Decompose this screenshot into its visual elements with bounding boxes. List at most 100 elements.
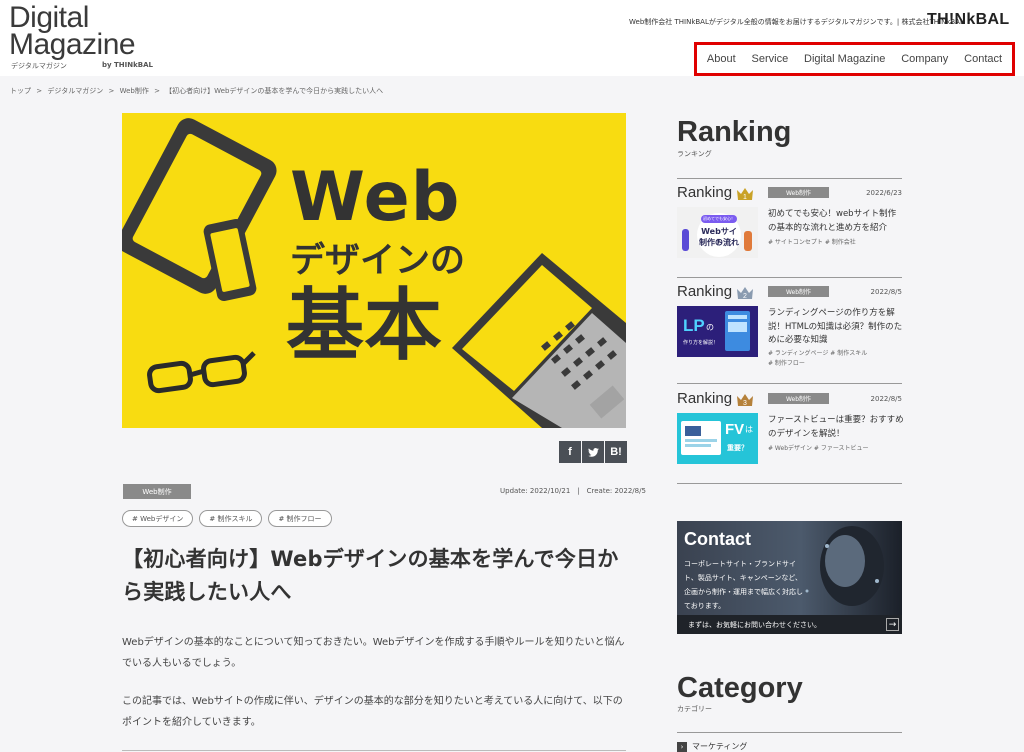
ranking-tags: # Webデザイン # ファーストビュー	[768, 445, 869, 452]
ranking-heading: Ranking	[677, 116, 792, 148]
category-label: マーケティング	[692, 742, 748, 751]
rank-number: 3	[743, 400, 747, 407]
thumb-title: の	[706, 323, 714, 332]
arrow-right-icon: ›	[677, 741, 687, 752]
twitter-share-button[interactable]	[582, 441, 604, 463]
article-paragraph: Webデザインの基本的なことについて知っておきたい。Webデザインを作成する手順…	[122, 637, 625, 669]
logo-line1: Digital	[9, 1, 89, 34]
thumb-title: は	[745, 425, 753, 434]
logo-text: Digital Magazine	[9, 1, 136, 61]
ranking-date: 2022/8/5	[870, 288, 902, 296]
hero-text-design: デザインの	[290, 241, 466, 281]
category-heading: Category	[677, 672, 803, 704]
ranking-thumbnail: 初めてでも安心！ Webサイト 制作の流れ	[677, 207, 758, 258]
ranking-item[interactable]: Ranking 3 Web制作 2022/8/5 FV は 重要？ ファーストビ…	[677, 390, 904, 490]
ranking-label: Ranking	[677, 390, 733, 407]
breadcrumb-magazine[interactable]: デジタルマガジン	[47, 87, 103, 95]
thumb-title: 重要？	[727, 444, 748, 452]
contact-title: Contact	[684, 529, 751, 549]
nav-service[interactable]: Service	[752, 53, 789, 65]
divider	[677, 732, 902, 733]
breadcrumb-category[interactable]: Web制作	[120, 87, 149, 95]
ranking-date: 2022/6/23	[866, 189, 902, 197]
ranking-title[interactable]: 初めてでも安心！webサイト制作の基本的な流れと進め方を紹介	[768, 208, 904, 235]
contact-body: コーポレートサイト・ブランドサイト、製品サイト、キャンペーンなど、企画から制作・…	[684, 560, 803, 610]
nav-contact[interactable]: Contact	[964, 53, 1002, 65]
ranking-tags: # ランディングページ # 制作スキル # 制作フロー	[768, 350, 868, 367]
hatena-share-button[interactable]: B!	[605, 441, 627, 463]
date-separator: |	[577, 487, 580, 495]
arrow-right-icon: →	[886, 618, 899, 631]
article-tags: # Webデザイン # 制作スキル # 制作フロー	[122, 510, 338, 527]
ranking-category-badge: Web制作	[768, 286, 829, 297]
rank-number: 1	[743, 194, 747, 201]
ranking-date: 2022/8/5	[870, 395, 902, 403]
contact-banner[interactable]: Contact コーポレートサイト・ブランドサイト、製品サイト、キャンペーンなど…	[677, 521, 902, 634]
crown-icon: 2	[737, 287, 753, 300]
ranking-item[interactable]: Ranking 2 Web制作 2022/8/5 LP の 作り方を解説！ ラン…	[677, 283, 902, 383]
thumb-title: 制作の流れ	[699, 238, 739, 247]
breadcrumb-sep: >	[108, 87, 115, 95]
tag-skill[interactable]: # 制作スキル	[199, 510, 263, 527]
tag-flow[interactable]: # 制作フロー	[268, 510, 332, 527]
article-paragraph: この記事では、Webサイトの作成に伴い、デザインの基本的な部分を知りたいと考えて…	[122, 696, 623, 728]
article-dates: Update: 2022/10/21 | Create: 2022/8/5	[500, 487, 646, 495]
contact-cta-bar[interactable]: まずは、お気軽にお問い合わせください。 →	[677, 615, 902, 634]
breadcrumb: トップ > デジタルマガジン > Web制作 > 【初心者向け】Webデザインの…	[10, 86, 386, 96]
thumb-caption: 初めてでも安心！	[701, 215, 737, 223]
nav-about[interactable]: About	[707, 53, 736, 65]
site-header: Digital Magazine デジタルマガジン by THINkBAL We…	[0, 0, 1024, 76]
divider	[677, 178, 902, 179]
category-item[interactable]: › マーケティング	[677, 741, 747, 752]
hero-image: Web デザインの 基本	[122, 113, 626, 428]
main-nav: About Service Digital Magazine Company C…	[694, 42, 1015, 76]
contact-cta-text: まずは、お気軽にお問い合わせください。	[688, 621, 821, 629]
breadcrumb-current: 【初心者向け】Webデザインの基本を学んで今日から実践したい人へ	[165, 87, 384, 95]
thumb-title: LP	[683, 316, 705, 335]
ranking-title[interactable]: ランディングページの作り方を解説！HTMLの知識は必須？制作のために必要な知識	[768, 307, 904, 348]
breadcrumb-sep: >	[154, 87, 160, 95]
nav-digital-magazine[interactable]: Digital Magazine	[804, 53, 885, 65]
update-date: Update: 2022/10/21	[500, 487, 571, 495]
divider	[122, 750, 626, 751]
glasses-icon	[147, 351, 256, 394]
divider	[677, 483, 902, 484]
ranking-title[interactable]: ファーストビューは重要？おすすめのデザインを解説！	[768, 414, 904, 441]
divider	[677, 277, 902, 278]
brand-logo[interactable]: TH!NkBAL	[927, 11, 1009, 29]
tag-webdesign[interactable]: # Webデザイン	[122, 510, 194, 527]
create-date: Create: 2022/8/5	[586, 487, 646, 495]
ranking-subheading: ランキング	[677, 150, 712, 158]
share-buttons: f B!	[558, 441, 627, 463]
ranking-tags: # サイトコンセプト # 制作会社	[768, 239, 856, 246]
site-tagline: Web制作会社 THINkBALがデジタル全般の情報をお届けするデジタルマガジン…	[629, 18, 964, 26]
nav-company[interactable]: Company	[901, 53, 948, 65]
divider	[677, 383, 902, 384]
breadcrumb-top[interactable]: トップ	[10, 87, 31, 95]
ranking-thumbnail: FV は 重要？	[677, 413, 758, 464]
thumb-title: FV	[725, 421, 745, 438]
crown-icon: 3	[737, 394, 753, 407]
category-subheading: カテゴリー	[677, 705, 712, 713]
laptop-icon	[452, 253, 626, 428]
ranking-item[interactable]: Ranking 1 Web制作 2022/6/23 初めてでも安心！ Webサイ…	[677, 184, 902, 284]
twitter-icon	[587, 447, 599, 457]
tablet-icon	[122, 118, 277, 294]
hero-text-web: Web	[290, 158, 461, 237]
facebook-share-button[interactable]: f	[559, 441, 581, 463]
ranking-category-badge: Web制作	[768, 187, 829, 198]
article-title: 【初心者向け】Webデザインの基本を学んで今日から実践したい人へ	[122, 547, 619, 604]
rank-number: 2	[743, 293, 747, 300]
ranking-category-badge: Web制作	[768, 393, 829, 404]
ranking-label: Ranking	[677, 184, 733, 201]
thumb-caption: 作り方を解説！	[683, 340, 719, 346]
logo-line2: Magazine	[9, 28, 136, 61]
logo-by: by THINkBAL	[102, 61, 153, 69]
article-category-badge[interactable]: Web制作	[123, 484, 191, 499]
ranking-thumbnail: LP の 作り方を解説！	[677, 306, 758, 357]
breadcrumb-sep: >	[36, 87, 43, 95]
hero-text-basics: 基本	[286, 281, 443, 371]
logo-subtitle: デジタルマガジン	[11, 62, 67, 70]
crown-icon: 1	[737, 188, 753, 201]
ranking-label: Ranking	[677, 283, 733, 300]
